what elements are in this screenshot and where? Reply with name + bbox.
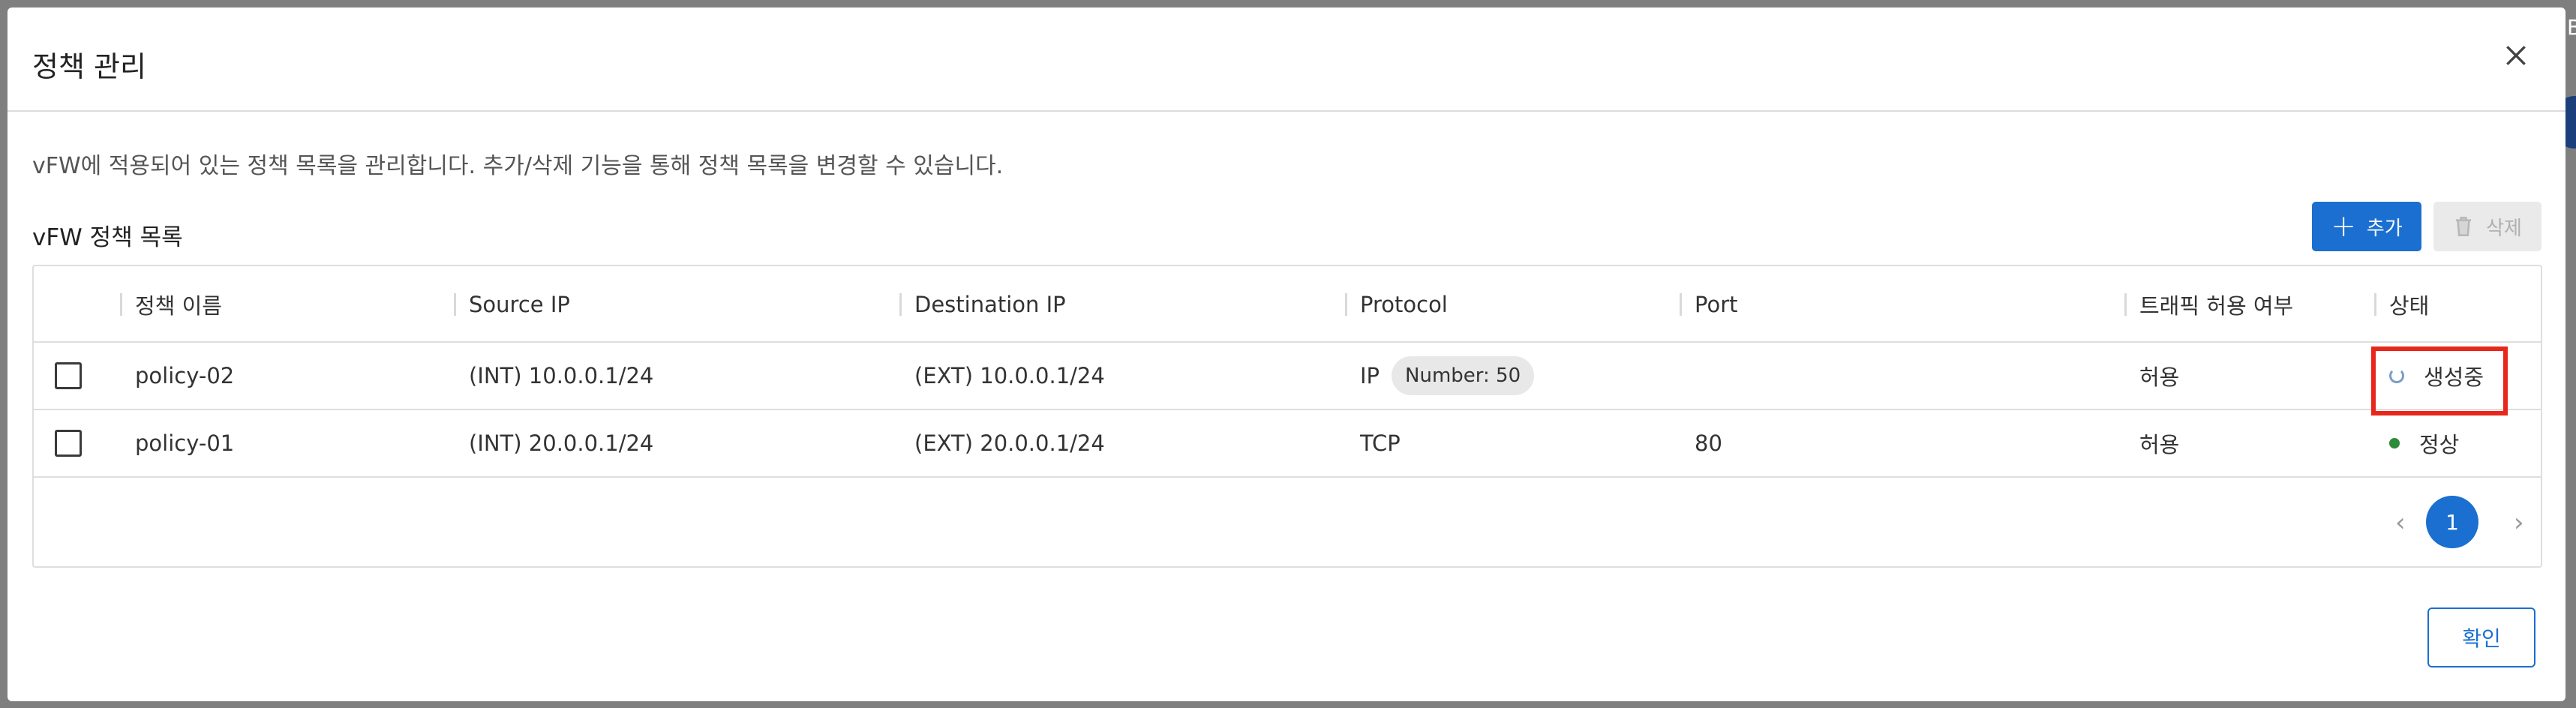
add-button-label: 추가 [2366, 217, 2403, 240]
cell-destination-ip: (EXT) 10.0.0.1/24 [914, 363, 1105, 388]
pagination-page-current[interactable]: 1 [2426, 496, 2478, 548]
cell-protocol: TCP [1360, 430, 1401, 456]
pagination: ‹ 1 › [34, 478, 2541, 565]
row-checkbox[interactable] [55, 362, 82, 389]
status-ok-dot-icon [2389, 438, 2400, 448]
header-protocol[interactable]: Protocol [1345, 266, 1448, 343]
cell-status: 생성중 [2389, 343, 2484, 409]
status-label: 생성중 [2424, 364, 2484, 390]
loading-spinner-icon [2389, 368, 2404, 383]
cell-status: 정상 [2389, 410, 2459, 476]
cell-port: 80 [1695, 430, 1722, 456]
header-policy-name[interactable]: 정책 이름 [120, 266, 222, 343]
policy-list-title: vFW 정책 목록 [32, 224, 183, 251]
table-row[interactable]: policy-01 (INT) 20.0.0.1/24 (EXT) 20.0.0… [34, 410, 2541, 478]
header-source-ip[interactable]: Source IP [454, 266, 570, 343]
policy-table: 정책 이름 Source IP Destination IP Protocol … [32, 265, 2542, 568]
cell-traffic-allowed: 허용 [2139, 432, 2180, 458]
cell-policy-name: policy-01 [135, 430, 235, 456]
pagination-prev-icon[interactable]: ‹ [2395, 508, 2406, 538]
header-port[interactable]: Port [1680, 266, 1738, 343]
delete-policy-button[interactable]: 삭제 [2433, 202, 2541, 251]
protocol-text: IP [1360, 363, 1380, 388]
protocol-number-chip: Number: 50 [1392, 356, 1535, 395]
header-traffic-allowed[interactable]: 트래픽 허용 여부 [2124, 266, 2293, 343]
cell-protocol: IP Number: 50 [1360, 343, 1535, 409]
close-button[interactable] [2498, 38, 2534, 74]
header-destination-ip[interactable]: Destination IP [899, 266, 1066, 343]
add-policy-button[interactable]: + 추가 [2312, 202, 2421, 251]
cell-source-ip: (INT) 10.0.0.1/24 [469, 363, 654, 388]
cell-traffic-allowed: 허용 [2139, 364, 2180, 390]
cell-source-ip: (INT) 20.0.0.1/24 [469, 430, 654, 456]
trash-icon [2456, 217, 2472, 236]
header-status[interactable]: 상태 [2373, 266, 2429, 343]
modal-title: 정책 관리 [32, 50, 146, 83]
modal-description: vFW에 적용되어 있는 정책 목록을 관리합니다. 추가/삭제 기능을 통해 … [32, 153, 1004, 179]
cell-policy-name: policy-02 [135, 363, 235, 388]
row-checkbox[interactable] [55, 430, 82, 457]
confirm-button[interactable]: 확인 [2427, 608, 2535, 668]
close-icon [2506, 46, 2526, 65]
table-row[interactable]: policy-02 (INT) 10.0.0.1/24 (EXT) 10.0.0… [34, 343, 2541, 410]
table-header: 정책 이름 Source IP Destination IP Protocol … [34, 266, 2541, 343]
delete-button-label: 삭제 [2486, 217, 2522, 240]
status-label: 정상 [2419, 432, 2460, 458]
cell-destination-ip: (EXT) 20.0.0.1/24 [914, 430, 1105, 456]
backdrop-edge-text: B [2567, 15, 2576, 40]
pagination-next-icon[interactable]: › [2514, 508, 2524, 538]
modal-header: 정책 관리 [8, 8, 2565, 112]
policy-management-modal: 정책 관리 vFW에 적용되어 있는 정책 목록을 관리합니다. 추가/삭제 기… [8, 8, 2565, 701]
plus-icon: + [2331, 209, 2356, 244]
